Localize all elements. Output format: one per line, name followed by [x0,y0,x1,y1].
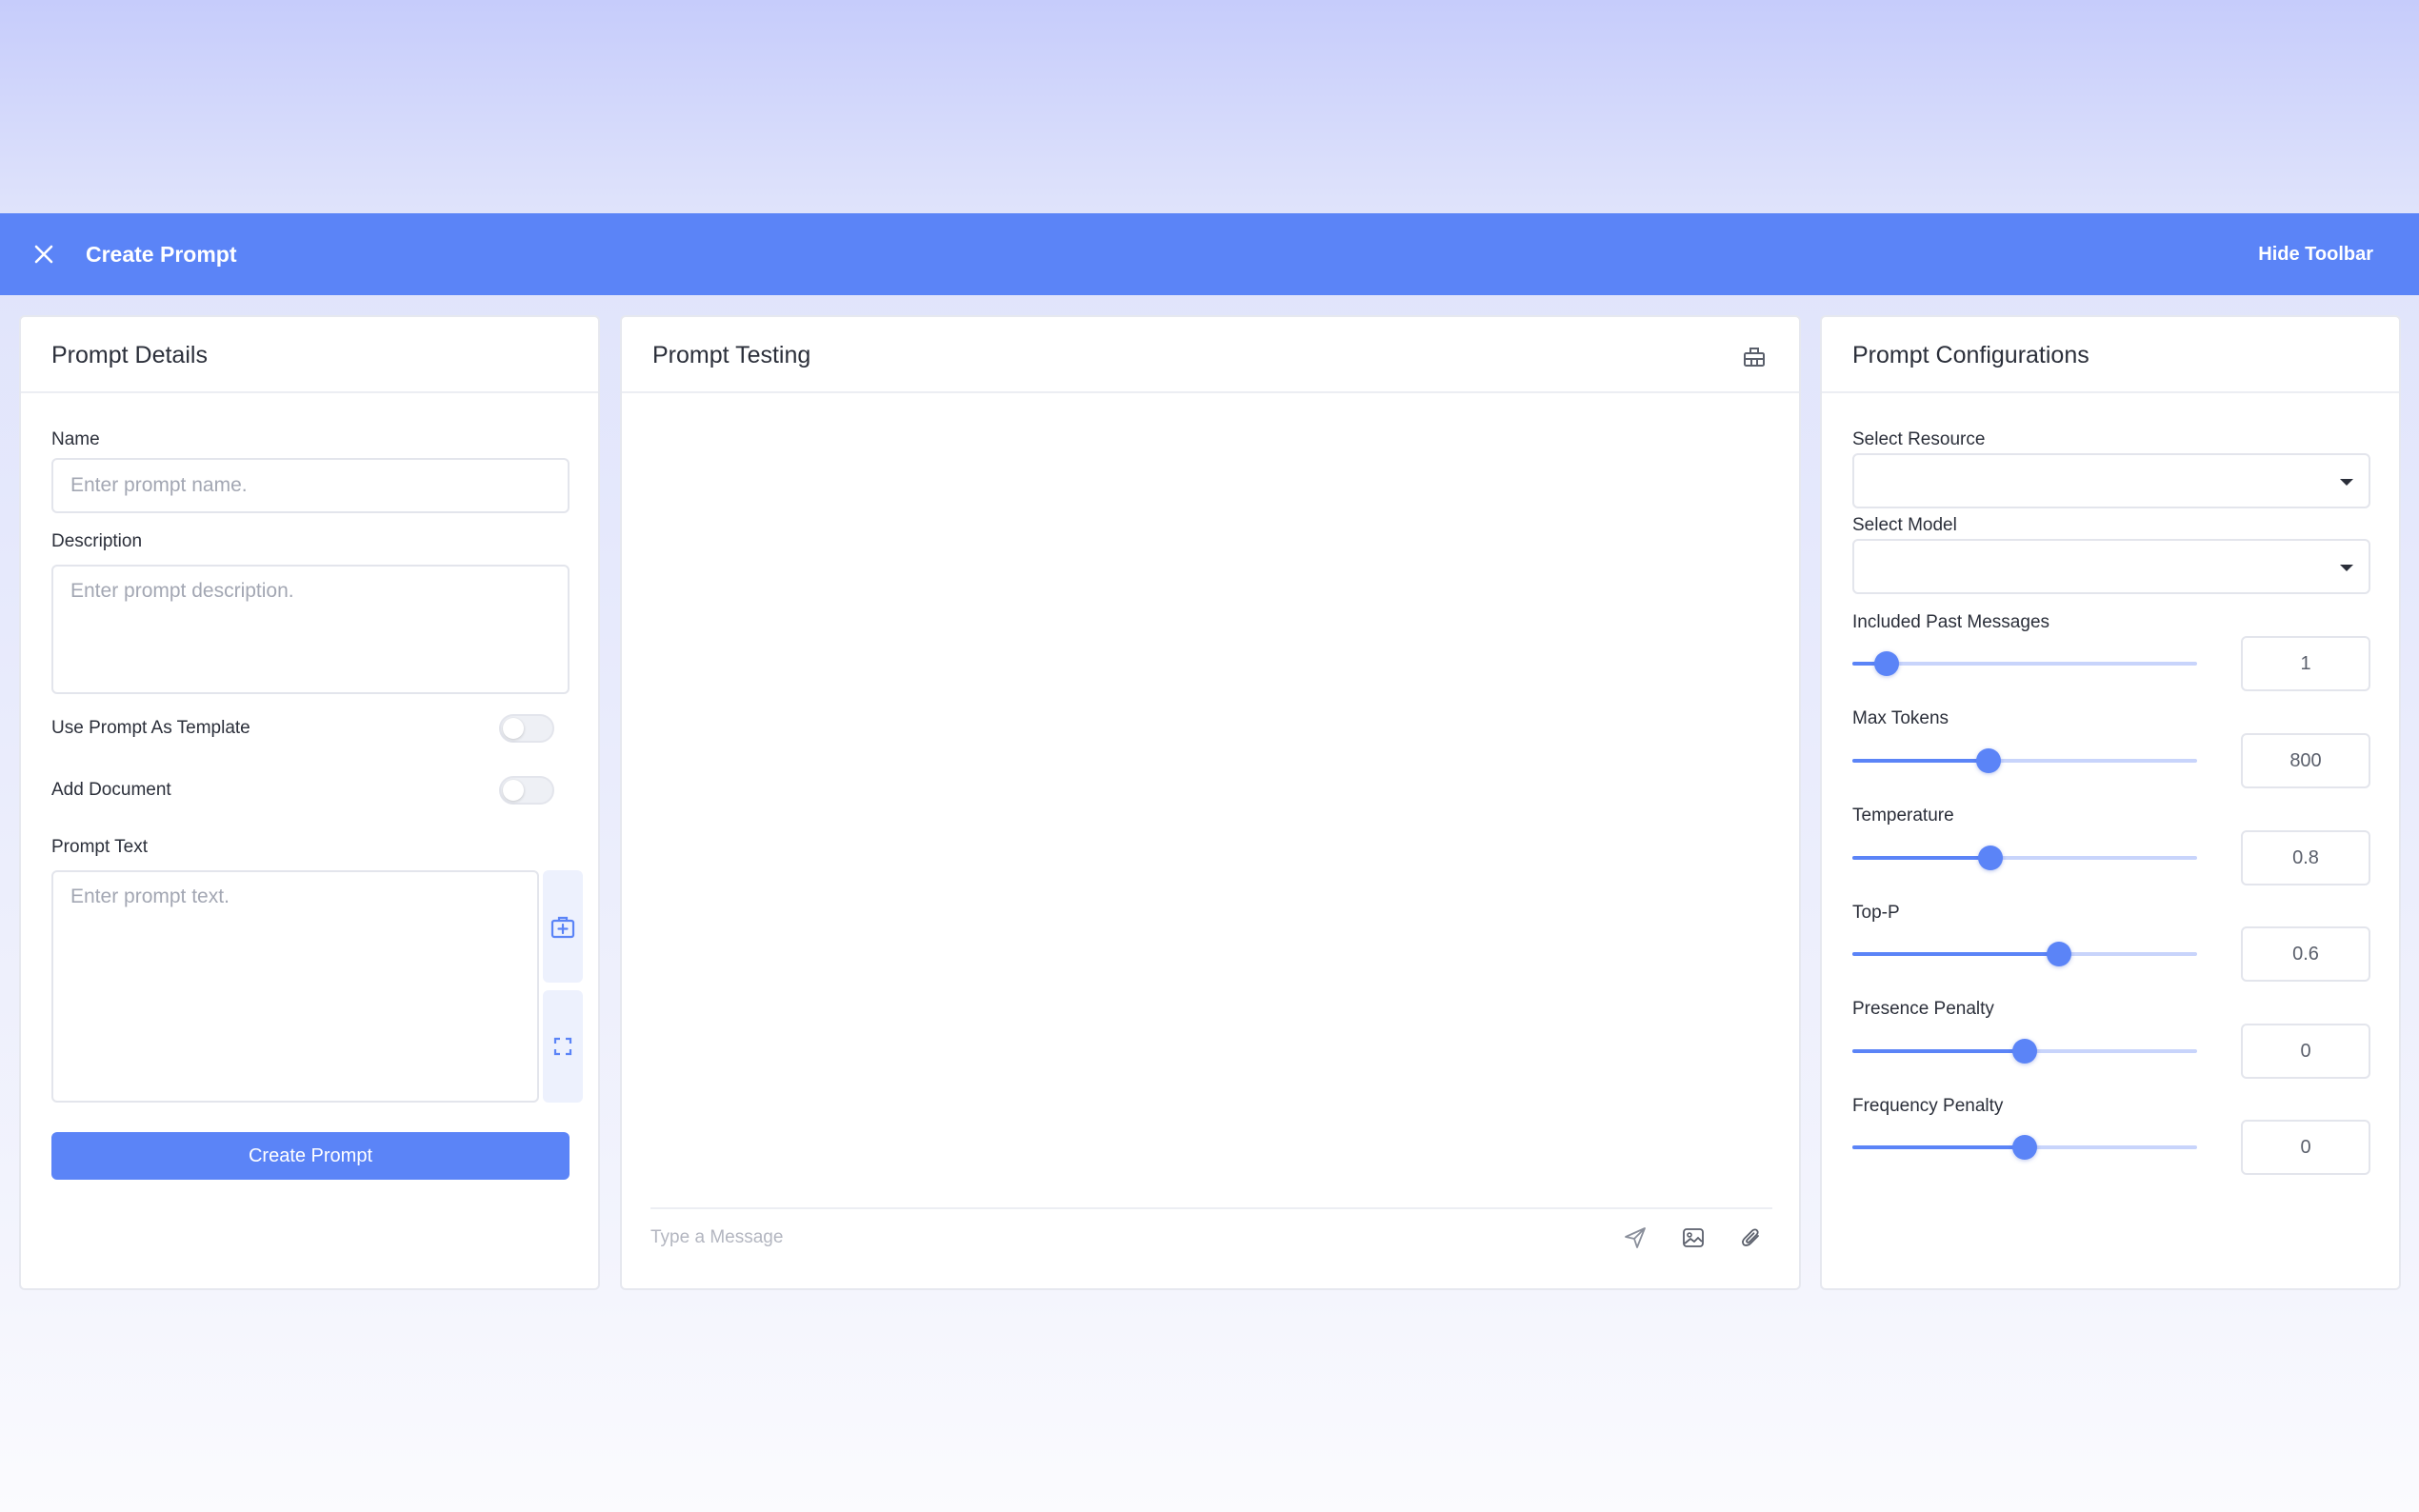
use-template-toggle[interactable] [499,714,554,743]
model-label: Select Model [1852,515,1957,535]
attach-file-button[interactable] [1734,1221,1769,1255]
close-button[interactable] [27,237,61,271]
resource-label: Select Resource [1852,429,1986,449]
clear-chat-button[interactable] [1738,340,1770,372]
model-select[interactable] [1852,539,2370,594]
name-label: Name [51,429,100,449]
image-icon [1683,1228,1704,1247]
included-past-messages-input[interactable] [2241,636,2370,691]
message-bar [650,1207,1772,1266]
slider-thumb[interactable] [1874,651,1900,676]
chevron-down-icon [2340,479,2353,486]
top-p-input[interactable] [2241,926,2370,982]
temperature-slider[interactable] [1852,844,2197,872]
slider-label: Max Tokens [1852,708,1949,728]
prompt-details-title: Prompt Details [51,342,208,368]
description-input[interactable] [51,565,570,694]
add-variable-button[interactable] [543,870,583,983]
attachment-icon [1741,1228,1759,1246]
resource-select[interactable] [1852,453,2370,508]
prompt-text-label: Prompt Text [51,837,149,857]
prompt-configurations-header: Prompt Configurations [1822,317,2399,393]
create-prompt-button[interactable]: Create Prompt [51,1132,570,1180]
slider-label: Frequency Penalty [1852,1096,2004,1116]
hide-toolbar-button[interactable]: Hide Toolbar [2258,238,2373,270]
toggle-knob [503,780,524,801]
use-template-label: Use Prompt As Template [51,718,250,738]
temperature-input[interactable] [2241,830,2370,885]
add-document-label: Add Document [51,780,171,800]
frequency-penalty-slider[interactable] [1852,1133,2197,1162]
toggle-knob [503,718,524,739]
close-icon [34,245,53,264]
slider-label: Top-P [1852,903,1900,923]
chevron-down-icon [2340,565,2353,571]
top-p-slider[interactable] [1852,940,2197,968]
page-title: Create Prompt [86,242,237,267]
prompt-details-header: Prompt Details [21,317,598,393]
add-variable-icon [550,916,575,939]
clear-chat-icon [1744,348,1765,367]
slider-thumb[interactable] [1977,846,2003,870]
slider-label: Included Past Messages [1852,612,2050,632]
presence-penalty-input[interactable] [2241,1024,2370,1079]
max-tokens-input[interactable] [2241,733,2370,788]
prompt-testing-panel: Prompt Testing [620,315,1801,1290]
send-button[interactable] [1618,1221,1652,1255]
description-label: Description [51,531,143,551]
prompt-text-input[interactable] [51,870,539,1103]
presence-penalty-slider[interactable] [1852,1037,2197,1065]
slider-thumb[interactable] [2047,942,2072,966]
slider-label: Presence Penalty [1852,999,1994,1019]
send-icon [1625,1227,1646,1248]
max-tokens-slider[interactable] [1852,746,2197,775]
prompt-configurations-panel: Prompt Configurations Select Resource Se… [1820,315,2401,1290]
prompt-testing-header: Prompt Testing [622,317,1799,393]
name-input[interactable] [51,458,570,513]
frequency-penalty-input[interactable] [2241,1120,2370,1175]
add-document-toggle[interactable] [499,776,554,805]
expand-button[interactable] [543,990,583,1103]
slider-thumb[interactable] [2012,1039,2037,1064]
expand-icon [553,1037,572,1056]
message-input[interactable] [650,1219,1565,1257]
included-past-messages-slider[interactable] [1852,649,2197,678]
top-toolbar: Create Prompt Hide Toolbar [0,213,2419,295]
chat-messages-area [622,395,1799,1214]
image-upload-button[interactable] [1676,1221,1710,1255]
slider-label: Temperature [1852,806,1954,826]
prompt-testing-title: Prompt Testing [652,342,811,368]
prompt-configurations-title: Prompt Configurations [1852,342,2089,368]
slider-thumb[interactable] [2012,1135,2037,1160]
slider-thumb[interactable] [1975,748,2001,773]
prompt-details-panel: Prompt Details Name Description Use Prom… [19,315,600,1290]
